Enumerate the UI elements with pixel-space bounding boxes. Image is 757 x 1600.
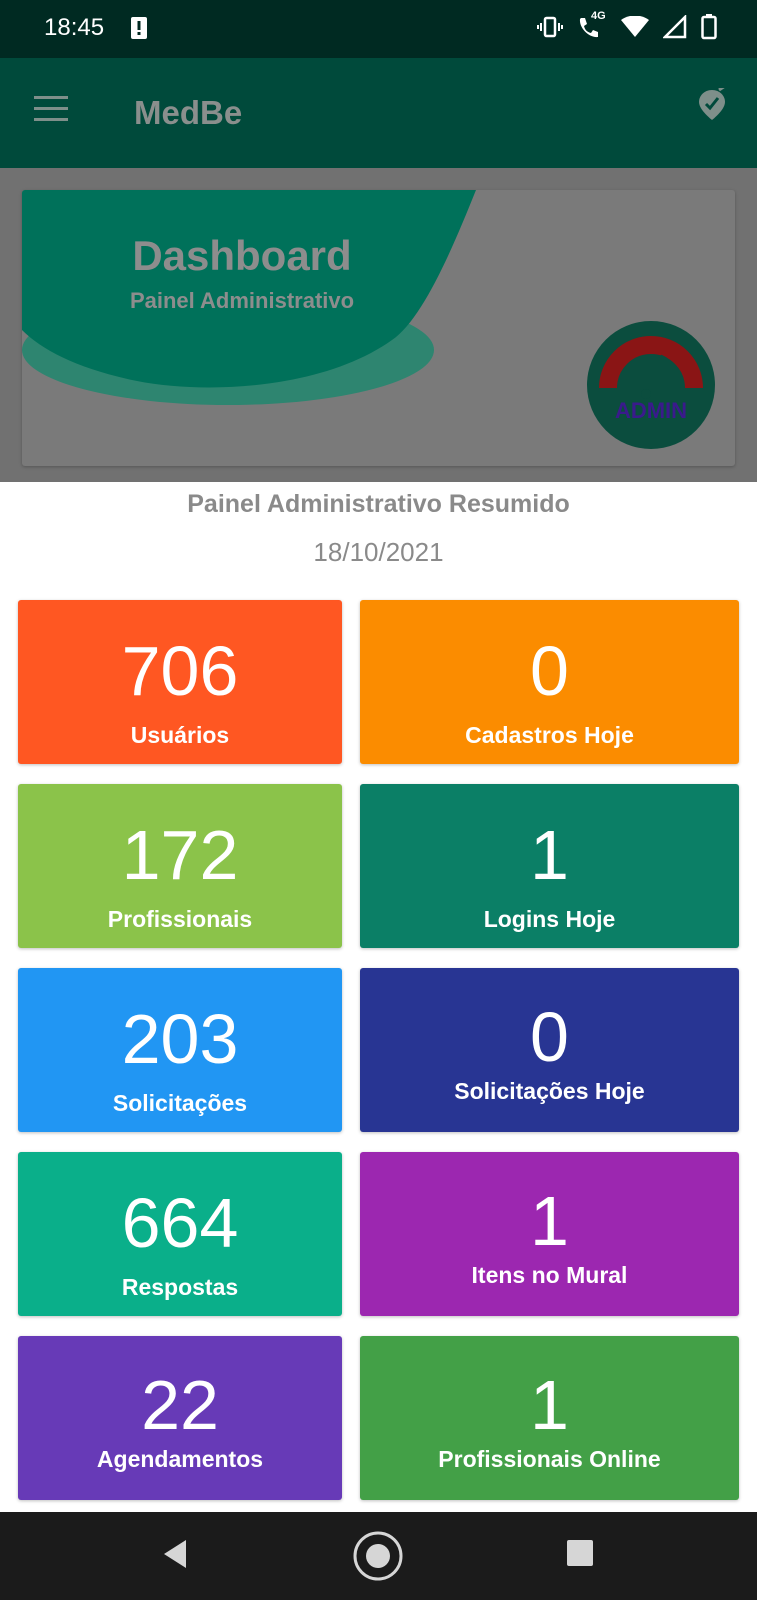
battery-icon (701, 14, 717, 40)
tile-value: 0 (530, 632, 569, 710)
home-icon[interactable] (352, 1530, 404, 1582)
signal-icon (663, 15, 687, 39)
tile-label: Solicitações (112, 1090, 248, 1116)
wifi-call-indicator: 4G (577, 10, 607, 40)
menu-icon[interactable] (34, 96, 68, 124)
tile-value: 664 (121, 1184, 239, 1262)
tile-respostas[interactable]: 664 Respostas (18, 1152, 342, 1316)
tile-label: Respostas (121, 1274, 239, 1300)
tile-value: 203 (121, 1000, 239, 1078)
tile-label: Usuários (130, 722, 230, 748)
tile-agendamentos[interactable]: 22 Agendamentos (18, 1336, 342, 1500)
tile-cadastros-hoje[interactable]: 0 Cadastros Hoje (360, 600, 739, 764)
tag-icon[interactable] (697, 88, 727, 122)
system-nav-bar (0, 1512, 757, 1600)
status-bar: 18:45 4G (0, 0, 757, 58)
vibrate-icon (537, 16, 563, 38)
tile-profissionais[interactable]: 172 Profissionais (18, 784, 342, 948)
tile-value: 0 (530, 998, 569, 1076)
tile-solicitacoes[interactable]: 203 Solicitações (18, 968, 342, 1132)
tile-usuarios[interactable]: 706 Usuários (18, 600, 342, 764)
wifi-icon (621, 16, 649, 37)
tile-logins-hoje[interactable]: 1 Logins Hoje (360, 784, 739, 948)
banner-subtitle: Painel Administrativo (129, 288, 355, 313)
tile-label: Solicitações Hoje (454, 1078, 645, 1104)
summary-title: Painel Administrativo Resumido (187, 490, 570, 518)
tile-itens-mural[interactable]: 1 Itens no Mural (360, 1152, 739, 1316)
status-time: 18:45 (44, 14, 105, 41)
tile-label: Cadastros Hoje (465, 722, 634, 748)
tile-value: 22 (141, 1366, 219, 1444)
tile-label: Profissionais Online (438, 1446, 661, 1472)
admin-badge-text: ADMIN (614, 398, 688, 423)
tile-label: Agendamentos (96, 1446, 264, 1472)
tile-value: 1 (530, 1366, 569, 1444)
tile-label: Itens no Mural (471, 1262, 628, 1288)
recents-icon[interactable] (565, 1538, 595, 1568)
tile-value: 1 (530, 1182, 569, 1260)
tile-value: 706 (121, 632, 239, 710)
app-bar: MedBe (0, 58, 757, 168)
alert-icon (131, 17, 147, 39)
network-label: 4G (591, 10, 606, 22)
back-icon[interactable] (160, 1536, 190, 1572)
tile-solicitacoes-hoje[interactable]: 0 Solicitações Hoje (360, 968, 739, 1132)
tile-profissionais-online[interactable]: 1 Profissionais Online (360, 1336, 739, 1500)
banner-title: Dashboard (132, 232, 352, 279)
admin-gauge-icon (587, 321, 715, 449)
tile-label: Profissionais (107, 906, 253, 932)
tile-value: 1 (530, 816, 569, 894)
app-title: MedBe (134, 94, 243, 131)
tile-value: 172 (121, 816, 239, 894)
status-icons: 4G (537, 10, 717, 40)
tile-label: Logins Hoje (483, 906, 616, 932)
admin-badge: ADMIN (586, 320, 716, 450)
summary-date: 18/10/2021 (313, 537, 444, 567)
